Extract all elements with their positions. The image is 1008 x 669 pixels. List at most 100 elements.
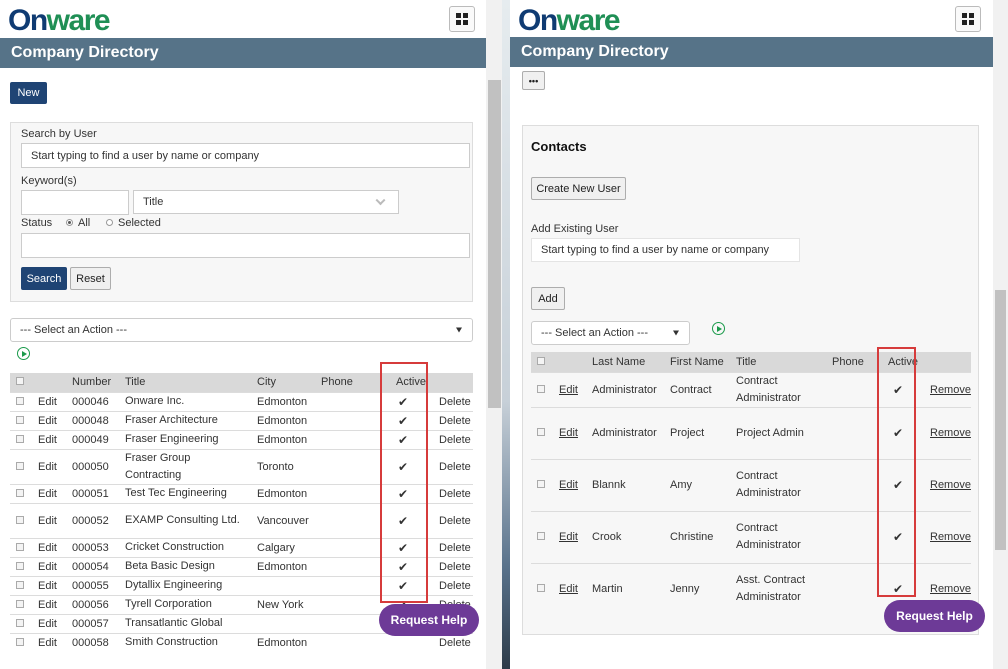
edit-link[interactable]: Edit [30, 594, 72, 614]
create-new-user-button[interactable]: Create New User [531, 177, 626, 200]
row-checkbox[interactable] [16, 434, 24, 443]
title-select[interactable]: Title [133, 190, 399, 214]
delete-link[interactable]: Delete [431, 502, 473, 538]
more-options-button[interactable]: ••• [522, 71, 545, 90]
remove-link[interactable]: Remove [926, 406, 971, 459]
row-checkbox[interactable] [16, 580, 24, 589]
cell-phone [321, 483, 386, 503]
cell-number: 000054 [72, 556, 125, 576]
cell-title: EXAMP Consulting Ltd. [125, 502, 257, 538]
row-checkbox[interactable] [16, 561, 24, 570]
delete-link[interactable]: Delete [431, 537, 473, 557]
row-checkbox[interactable] [16, 599, 24, 608]
edit-link[interactable]: Edit [30, 391, 72, 411]
select-all-checkbox[interactable] [16, 377, 24, 386]
col-last-name[interactable]: Last Name [592, 352, 670, 372]
search-panel: Search by User Start typing to find a us… [10, 122, 473, 302]
cell-title: Test Tec Engineering [125, 483, 257, 503]
col-title[interactable]: Title [125, 373, 257, 392]
edit-link[interactable]: Edit [30, 556, 72, 576]
edit-link[interactable]: Edit [30, 502, 72, 538]
edit-link[interactable]: Edit [551, 371, 592, 407]
edit-link[interactable]: Edit [551, 562, 592, 615]
cell-title: Transatlantic Global [125, 613, 257, 633]
remove-link[interactable]: Remove [926, 510, 971, 563]
delete-link[interactable]: Delete [431, 410, 473, 430]
remove-link[interactable]: Remove [926, 371, 971, 407]
cell-city: Vancouver [257, 502, 321, 538]
edit-link[interactable]: Edit [551, 406, 592, 459]
cell-city [257, 575, 321, 595]
status-all-radio[interactable]: All [66, 217, 90, 229]
delete-link[interactable]: Delete [431, 556, 473, 576]
row-checkbox[interactable] [537, 584, 545, 593]
row-checkbox[interactable] [537, 480, 545, 488]
edit-link[interactable]: Edit [30, 483, 72, 503]
right-scrollbar-thumb[interactable] [995, 290, 1006, 550]
col-phone[interactable]: Phone [321, 373, 386, 392]
keyword-input[interactable] [21, 190, 129, 215]
col-phone[interactable]: Phone [832, 352, 883, 372]
delete-link[interactable]: Delete [431, 391, 473, 411]
cell-title: Onware Inc. [125, 391, 257, 411]
edit-link[interactable]: Edit [30, 613, 72, 633]
delete-link[interactable]: Delete [431, 575, 473, 595]
edit-link[interactable]: Edit [551, 510, 592, 563]
new-button[interactable]: New [10, 82, 47, 104]
cell-title: Beta Basic Design [125, 556, 257, 576]
row-checkbox[interactable] [16, 542, 24, 551]
edit-link[interactable]: Edit [30, 429, 72, 449]
col-title[interactable]: Title [736, 352, 832, 372]
col-first-name[interactable]: First Name [670, 352, 736, 372]
add-existing-user-input[interactable]: Start typing to find a user by name or c… [531, 238, 800, 262]
row-checkbox[interactable] [16, 396, 24, 405]
app-grid-button[interactable] [449, 6, 475, 32]
status-field[interactable] [21, 233, 470, 258]
cell-city: Edmonton [257, 556, 321, 576]
edit-link[interactable]: Edit [30, 410, 72, 430]
contacts-heading: Contacts [531, 139, 587, 154]
row-checkbox[interactable] [16, 461, 24, 470]
cell-first-name: Amy [670, 458, 736, 511]
edit-link[interactable]: Edit [30, 575, 72, 595]
row-checkbox[interactable] [537, 384, 545, 393]
row-checkbox[interactable] [16, 515, 24, 524]
action-select[interactable]: --- Select an Action --- [10, 318, 473, 342]
cell-phone [321, 502, 386, 538]
delete-link[interactable]: Delete [431, 483, 473, 503]
background-gap [502, 0, 510, 669]
search-button[interactable]: Search [21, 267, 67, 290]
row-checkbox[interactable] [16, 488, 24, 497]
edit-link[interactable]: Edit [30, 537, 72, 557]
left-scrollbar-thumb[interactable] [488, 80, 501, 408]
remove-link[interactable]: Remove [926, 458, 971, 511]
row-checkbox[interactable] [537, 428, 545, 436]
edit-link[interactable]: Edit [30, 448, 72, 484]
col-city[interactable]: City [257, 373, 321, 392]
row-checkbox[interactable] [16, 618, 24, 627]
delete-link[interactable]: Delete [431, 429, 473, 449]
edit-link[interactable]: Edit [551, 458, 592, 511]
run-action-icon[interactable] [712, 322, 725, 335]
delete-link[interactable]: Delete [431, 448, 473, 484]
edit-link[interactable]: Edit [30, 632, 72, 652]
row-checkbox[interactable] [16, 415, 24, 424]
app-grid-button[interactable] [955, 6, 981, 32]
cell-number: 000052 [72, 502, 125, 538]
request-help-button[interactable]: Request Help [379, 604, 479, 636]
search-user-input[interactable]: Start typing to find a user by name or c… [21, 143, 470, 168]
col-number[interactable]: Number [72, 373, 125, 392]
cell-title: Fraser Group Contracting [125, 448, 257, 484]
request-help-button[interactable]: Request Help [884, 600, 985, 632]
run-action-icon[interactable] [17, 347, 30, 360]
cell-city: Edmonton [257, 391, 321, 411]
action-select[interactable]: --- Select an Action --- [531, 321, 690, 345]
add-button[interactable]: Add [531, 287, 565, 310]
cell-first-name: Jenny [670, 562, 736, 615]
status-selected-radio[interactable]: Selected [106, 217, 161, 229]
row-checkbox[interactable] [537, 532, 545, 540]
cell-phone [832, 510, 883, 563]
select-all-checkbox[interactable] [537, 356, 545, 365]
reset-button[interactable]: Reset [70, 267, 111, 290]
row-checkbox[interactable] [16, 637, 24, 646]
